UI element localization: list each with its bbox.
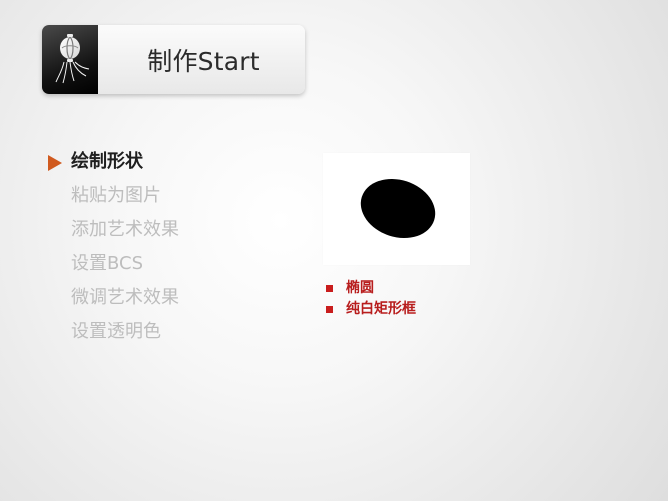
menu-item-paste-as-picture[interactable]: 粘贴为图片 <box>48 179 268 213</box>
bullet-item-ellipse: 椭圆 <box>326 278 496 299</box>
bullet-square-icon <box>326 306 333 313</box>
shape-bullets: 椭圆 纯白矩形框 <box>326 278 496 320</box>
bullet-label: 纯白矩形框 <box>346 301 416 317</box>
menu-item-add-art-effect[interactable]: 添加艺术效果 <box>48 213 268 247</box>
title-card: 制作Start <box>42 25 305 94</box>
menu-item-draw-shape[interactable]: 绘制形状 <box>48 145 268 179</box>
menu-item-label: 微调艺术效果 <box>71 287 179 308</box>
menu-item-label: 粘贴为图片 <box>71 185 161 206</box>
title-icon-panel <box>42 25 98 94</box>
page-title: 制作Start <box>147 46 260 76</box>
steps-menu: 绘制形状 粘贴为图片 添加艺术效果 设置BCS 微调艺术效果 设置透明色 <box>48 145 268 349</box>
lantern-icon <box>55 34 90 84</box>
ellipse-shape <box>353 169 443 248</box>
menu-item-label: 设置BCS <box>71 253 144 274</box>
shape-preview <box>323 153 470 265</box>
menu-item-label: 绘制形状 <box>71 151 143 172</box>
menu-item-fine-tune-art-effect[interactable]: 微调艺术效果 <box>48 281 268 315</box>
menu-item-set-bcs[interactable]: 设置BCS <box>48 247 268 281</box>
active-arrow-icon <box>48 155 62 171</box>
bullet-square-icon <box>326 285 333 292</box>
menu-item-set-transparent-color[interactable]: 设置透明色 <box>48 315 268 349</box>
bullet-item-white-rectangle: 纯白矩形框 <box>326 299 496 320</box>
bullet-label: 椭圆 <box>346 280 374 296</box>
menu-item-label: 设置透明色 <box>71 321 161 342</box>
menu-item-label: 添加艺术效果 <box>71 219 179 240</box>
